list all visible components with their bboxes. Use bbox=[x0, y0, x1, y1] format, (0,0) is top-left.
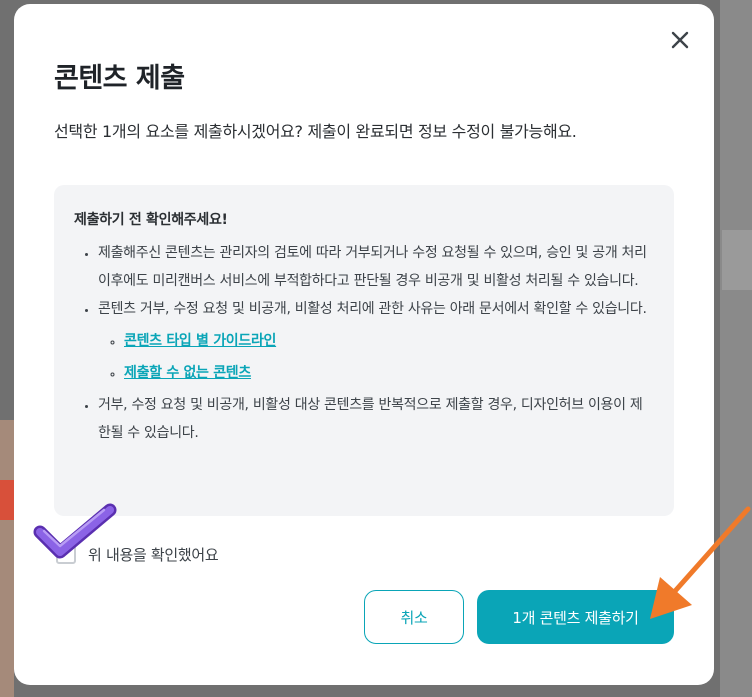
submit-content-dialog: 콘텐츠 제출 선택한 1개의 요소를 제출하시겠어요? 제출이 완료되면 정보 … bbox=[14, 4, 714, 685]
prohibited-content-link-item: 제출할 수 없는 콘텐츠 bbox=[124, 357, 652, 389]
notice-item: 제출해주신 콘텐츠는 관리자의 검토에 따라 거부되거나 수정 요청될 수 있으… bbox=[98, 239, 652, 295]
close-button[interactable] bbox=[666, 26, 694, 54]
notice-item: 거부, 수정 요청 및 비공개, 비활성 대상 콘텐츠를 반복적으로 제출할 경… bbox=[98, 391, 652, 447]
confirm-checkbox-label[interactable]: 위 내용을 확인했어요 bbox=[88, 544, 219, 565]
notice-box: 제출하기 전 확인해주세요! 제출해주신 콘텐츠는 관리자의 검토에 따라 거부… bbox=[54, 185, 674, 516]
notice-item-text: 콘텐츠 거부, 수정 요청 및 비공개, 비활성 처리에 관한 사유는 아래 문… bbox=[98, 301, 647, 317]
submit-button[interactable]: 1개 콘텐츠 제출하기 bbox=[477, 590, 674, 644]
guideline-link-item: 콘텐츠 타입 별 가이드라인 bbox=[124, 325, 652, 357]
background-content-right bbox=[720, 0, 752, 697]
background-content-right-block bbox=[722, 230, 752, 290]
notice-link-list: 콘텐츠 타입 별 가이드라인 제출할 수 없는 콘텐츠 bbox=[98, 325, 652, 389]
close-icon bbox=[671, 31, 689, 49]
notice-list: 제출해주신 콘텐츠는 관리자의 검토에 따라 거부되거나 수정 요청될 수 있으… bbox=[74, 239, 652, 447]
guideline-link[interactable]: 콘텐츠 타입 별 가이드라인 bbox=[124, 333, 276, 349]
dialog-title: 콘텐츠 제출 bbox=[54, 63, 185, 94]
notice-item: 콘텐츠 거부, 수정 요청 및 비공개, 비활성 처리에 관한 사유는 아래 문… bbox=[98, 295, 652, 389]
background-content-left bbox=[0, 420, 14, 697]
cancel-button[interactable]: 취소 bbox=[364, 590, 464, 644]
prohibited-content-link[interactable]: 제출할 수 없는 콘텐츠 bbox=[124, 365, 251, 381]
confirm-checkbox[interactable] bbox=[56, 544, 76, 564]
dialog-description: 선택한 1개의 요소를 제출하시겠어요? 제출이 완료되면 정보 수정이 불가능… bbox=[54, 122, 577, 141]
background-accent bbox=[0, 480, 14, 520]
notice-heading: 제출하기 전 확인해주세요! bbox=[74, 212, 228, 228]
confirm-checkbox-row[interactable]: 위 내용을 확인했어요 bbox=[56, 540, 219, 568]
